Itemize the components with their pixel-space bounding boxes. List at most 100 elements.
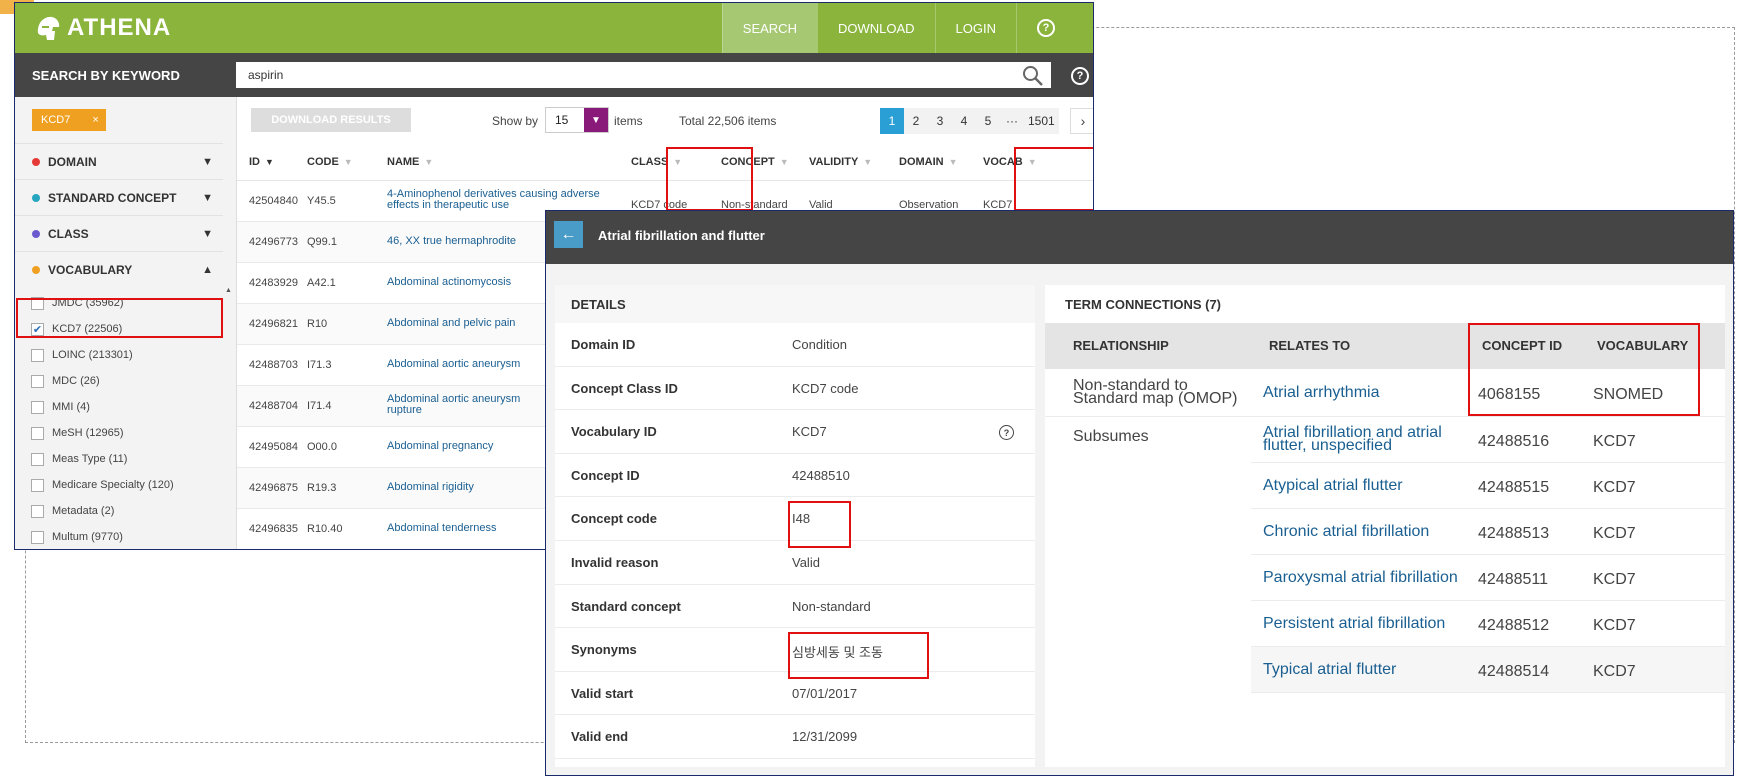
cell-code: R10 (307, 318, 328, 330)
relationship-row[interactable]: Persistent atrial fibrillation 42488512 … (1251, 601, 1725, 647)
cell-code: R10.40 (307, 523, 343, 535)
detail-row: Concept ID 42488510 (555, 454, 1035, 498)
cell-id: 42488703 (249, 359, 298, 371)
relationship-row[interactable]: Atypical atrial flutter 42488515 KCD7 (1251, 463, 1725, 509)
facet-label: STANDARD CONCEPT (48, 190, 177, 205)
info-icon[interactable]: ? (999, 425, 1014, 441)
relates-to-link[interactable]: Paroxysmal atrial fibrillation (1263, 570, 1483, 586)
highlight-class-column (666, 147, 753, 211)
show-by-select[interactable]: 15 ▼ (545, 107, 609, 133)
download-results-button[interactable]: DOWNLOAD RESULTS (251, 108, 411, 132)
nav-download[interactable]: DOWNLOAD (816, 3, 935, 53)
vocab-item[interactable]: MeSH (12965) (31, 420, 221, 446)
detail-key: Invalid reason (571, 554, 659, 570)
vocab-item[interactable]: MMI (4) (31, 394, 221, 420)
filter-sidebar: KCD7 × DOMAIN ▼ STANDARD CONCEPT ▼ CLASS… (15, 97, 237, 549)
relates-to-link[interactable]: Atrial arrhythmia (1263, 385, 1443, 401)
sort-icon: ▼ (424, 157, 434, 167)
athena-logo[interactable]: ATHENA (33, 10, 171, 46)
checkbox[interactable] (31, 530, 44, 544)
back-arrow-icon[interactable]: ← (554, 221, 583, 248)
cell-code: A42.1 (307, 277, 336, 289)
checkbox[interactable] (31, 348, 44, 362)
vocab-item[interactable]: Medicare Specialty (120) (31, 472, 221, 498)
relationship-row[interactable]: Paroxysmal atrial fibrillation 42488511 … (1251, 555, 1725, 601)
vocab-item[interactable]: LOINC (213301) (31, 342, 221, 368)
nav-login[interactable]: LOGIN (934, 3, 1016, 53)
detail-key: Valid end (571, 729, 629, 745)
vocab-item[interactable]: Multum (9770) (31, 524, 221, 549)
remove-filter-icon[interactable]: × (92, 114, 98, 126)
relates-to-link[interactable]: Typical atrial flutter (1263, 662, 1443, 678)
next-page-icon[interactable]: › (1070, 108, 1093, 134)
column-name[interactable]: NAME ▼ (387, 156, 433, 168)
nav-help[interactable]: ? (1016, 3, 1075, 53)
concept-detail-window: ← Atrial fibrillation and flutter DETAIL… (545, 210, 1734, 776)
relates-to-link[interactable]: Atypical atrial flutter (1263, 478, 1443, 494)
relationship-row[interactable]: Typical atrial flutter 42488514 KCD7 (1251, 647, 1725, 693)
checkbox[interactable] (31, 426, 44, 440)
vocab-item[interactable]: Meas Type (11) (31, 446, 221, 472)
relates-to-link[interactable]: Atrial fibrillation and atrial flutter, … (1263, 425, 1443, 454)
relationship-name: Subsumes (1073, 428, 1149, 445)
detail-key: Concept ID (571, 467, 640, 483)
cell-id: 42483929 (249, 277, 298, 289)
detail-value: 12/31/2099 (792, 729, 858, 745)
cell-code: R19.3 (307, 482, 337, 494)
checkbox[interactable] (31, 374, 44, 388)
detail-key: Domain ID (571, 337, 636, 352)
page-button[interactable]: 1501 (1024, 108, 1059, 134)
page-button[interactable]: 2 (904, 108, 928, 134)
detail-row: Vocabulary ID KCD7? (555, 410, 1035, 454)
detail-key: Standard concept (571, 598, 681, 614)
sort-desc-icon: ▼ (265, 157, 274, 167)
page-button[interactable]: 5 (976, 108, 1000, 134)
detail-row: Concept Class ID KCD7 code (555, 367, 1035, 411)
top-navbar: ATHENA SEARCH DOWNLOAD LOGIN ? (15, 3, 1093, 53)
facet-class[interactable]: CLASS ▼ (15, 215, 223, 251)
term-connections-heading: TERM CONNECTIONS (7) (1065, 296, 1221, 312)
main-nav: SEARCH DOWNLOAD LOGIN ? (721, 3, 1075, 53)
search-input[interactable] (236, 62, 1051, 88)
relationship-row[interactable]: Chronic atrial fibrillation 42488513 KCD… (1251, 509, 1725, 555)
cell-name-link[interactable]: Abdominal aortic aneurysm rupture (387, 394, 537, 416)
column-validity[interactable]: VALIDITY ▼ (809, 156, 872, 168)
facet-domain[interactable]: DOMAIN ▼ (15, 143, 223, 179)
page-button[interactable]: 3 (928, 108, 952, 134)
facet-vocabulary[interactable]: VOCABULARY ▲ (15, 251, 223, 287)
page-button[interactable]: 1 (880, 108, 904, 134)
relates-to-link[interactable]: Chronic atrial fibrillation (1263, 524, 1443, 540)
checkbox[interactable] (31, 478, 44, 492)
column-relationship: RELATIONSHIP (1073, 338, 1169, 353)
relationship-row[interactable]: Atrial fibrillation and atrial flutter, … (1251, 417, 1725, 463)
facet-standard-concept[interactable]: STANDARD CONCEPT ▼ (15, 179, 223, 215)
relation-vocabulary: KCD7 (1593, 433, 1636, 450)
checkbox[interactable] (31, 400, 44, 414)
relation-concept-id: 42488511 (1478, 571, 1548, 588)
search-icon[interactable] (1022, 65, 1044, 87)
dropdown-arrow-icon[interactable]: ▼ (584, 108, 608, 132)
items-label: items (614, 114, 643, 128)
search-help-icon[interactable]: ? (1071, 67, 1089, 85)
sort-icon: ▼ (779, 157, 789, 167)
checkbox[interactable] (31, 504, 44, 518)
column-id[interactable]: ID ▼ (249, 156, 274, 168)
scroll-up-icon[interactable]: ▲ (225, 287, 232, 294)
relates-to-link[interactable]: Persistent atrial fibrillation (1263, 616, 1483, 632)
vocabulary-dot-icon (32, 265, 40, 274)
column-code[interactable]: CODE ▼ (307, 156, 353, 168)
nav-search[interactable]: SEARCH (721, 3, 817, 53)
highlight-kcd7-filter (16, 298, 223, 338)
checkbox[interactable] (31, 452, 44, 466)
detail-row: Valid end 12/31/2099 (555, 715, 1035, 759)
search-bar: SEARCH BY KEYWORD ? (15, 53, 1093, 97)
vocab-item[interactable]: MDC (26) (31, 368, 221, 394)
cell-name-link[interactable]: 4-Aminophenol derivatives causing advers… (387, 189, 617, 211)
detail-body: DETAILS Domain ID Condition Concept Class… (546, 264, 1733, 775)
sort-icon: ▼ (863, 157, 873, 167)
cell-id: 42496821 (249, 318, 298, 330)
filter-chip[interactable]: KCD7 × (32, 109, 106, 131)
vocab-item[interactable]: Metadata (2) (31, 498, 221, 524)
column-domain[interactable]: DOMAIN ▼ (899, 156, 958, 168)
page-button[interactable]: 4 (952, 108, 976, 134)
